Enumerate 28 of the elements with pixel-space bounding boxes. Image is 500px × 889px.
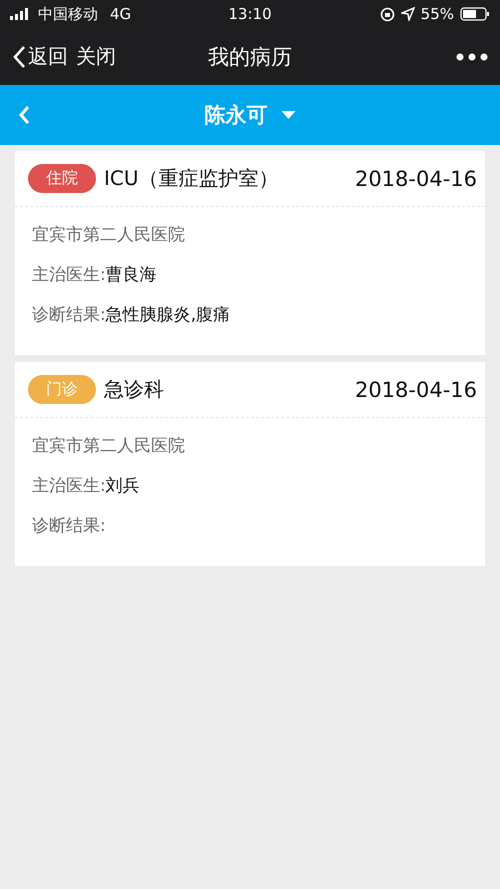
hospital-name: 宜宾市第二人民医院 xyxy=(32,224,186,247)
department-name: 急诊科 xyxy=(104,376,165,403)
record-field: 主治医生:曹良海 xyxy=(32,255,468,295)
record-field: 诊断结果: xyxy=(32,506,468,546)
visit-date: 2018-04-16 xyxy=(354,166,477,190)
clock-time: 13:10 xyxy=(228,5,272,23)
dropdown-icon xyxy=(282,111,296,119)
battery-percent: 55% xyxy=(420,5,454,23)
record-field: 诊断结果:急性胰腺炎,腹痛 xyxy=(32,295,468,335)
visit-type-tag: 门诊 xyxy=(28,375,96,404)
close-button[interactable]: 关闭 xyxy=(76,43,124,70)
department-name: ICU（重症监护室） xyxy=(104,165,280,192)
battery-icon xyxy=(460,7,490,21)
visit-type-tag: 住院 xyxy=(28,164,96,193)
record-card[interactable]: 门诊 急诊科 2018-04-16 宜宾市第二人民医院 主治医生:刘兵 诊断结果: xyxy=(15,362,485,566)
location-icon xyxy=(400,7,415,21)
chevron-left-icon xyxy=(12,44,26,68)
rotation-lock-icon xyxy=(380,6,395,22)
hospital-name: 宜宾市第二人民医院 xyxy=(32,435,186,458)
network-type: 4G xyxy=(110,5,132,23)
page-title: 我的病历 xyxy=(208,44,292,70)
more-icon[interactable] xyxy=(456,52,488,60)
visit-date: 2018-04-16 xyxy=(354,378,477,402)
back-button[interactable]: 返回 xyxy=(12,43,76,70)
record-card[interactable]: 住院 ICU（重症监护室） 2018-04-16 宜宾市第二人民医院 主治医生:曹良海 诊断结果:急性胰腺炎,腹痛 xyxy=(15,151,485,355)
carrier-name: 中国移动 xyxy=(38,4,98,24)
chevron-left-icon[interactable] xyxy=(18,105,30,125)
record-field: 主治医生:刘兵 xyxy=(32,466,468,506)
